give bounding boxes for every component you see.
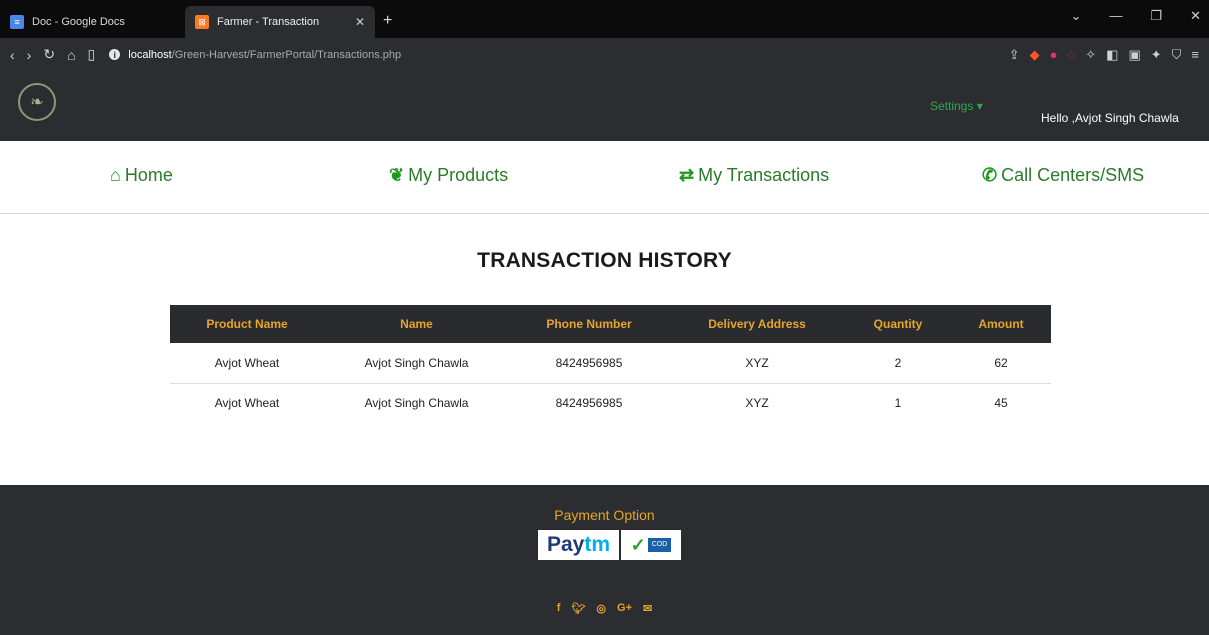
wallet-icon[interactable]: ▣ [1128, 47, 1140, 63]
cod-label: COD [647, 538, 672, 552]
green-harvest-logo-icon[interactable]: ❧ [18, 83, 56, 121]
check-icon: ✓ [630, 534, 646, 555]
cod-logo: ✓ COD [621, 530, 681, 560]
extension-wallet-icon[interactable]: ◌ [1068, 47, 1076, 62]
main-nav: ⌂ Home ❦ My Products ⇄ My Transactions ✆… [0, 141, 1209, 214]
leo-icon[interactable]: ✦ [1151, 47, 1162, 63]
cell-quantity: 2 [894, 355, 902, 370]
cell-delivery-address: XYZ [745, 396, 769, 411]
menu-icon[interactable]: ≡ [1191, 47, 1199, 62]
nav-home-label: Home [124, 165, 173, 185]
column-header-amount: Amount [978, 317, 1024, 331]
nav-transactions-label: My Transactions [698, 165, 830, 185]
reload-icon[interactable]: ↻ [43, 46, 55, 63]
site-info-icon[interactable]: i [109, 49, 121, 60]
url-field[interactable]: i localhost/Green-Harvest/FarmerPortal/T… [109, 49, 401, 61]
share-icon[interactable]: ⇪ [1009, 47, 1020, 63]
cell-product-name: Avjot Wheat [214, 355, 280, 370]
cell-name: Avjot Singh Chawla [364, 355, 469, 370]
tab-list-icon[interactable]: ⌄ [1071, 8, 1082, 24]
paytm-logo-part1: Pay [546, 533, 585, 556]
nav-call-centers[interactable]: ✆ Call Centers/SMS [982, 165, 1144, 186]
cell-amount: 62 [994, 355, 1008, 370]
browser-tab-docs[interactable]: ≡ Doc - Google Docs [0, 6, 185, 38]
email-icon[interactable]: ✉ [643, 602, 652, 615]
vpn-icon[interactable]: ⛉ [1172, 47, 1182, 63]
url-path: /Green-Harvest/FarmerPortal/Transactions… [171, 48, 402, 61]
puzzle-icon[interactable]: ✧ [1085, 47, 1096, 63]
url-host: localhost [128, 48, 172, 61]
paytm-logo: Pay tm [538, 530, 619, 560]
browser-tab-bar: ≡ Doc - Google Docs ⊠ Farmer - Transacti… [0, 0, 1209, 38]
minimize-icon[interactable]: — [1109, 8, 1122, 24]
table-row: Avjot Wheat Avjot Singh Chawla 842495698… [170, 343, 1051, 383]
user-greeting: Hello ,Avjot Singh Chawla [1041, 111, 1179, 125]
tab-title: Doc - Google Docs [32, 16, 125, 28]
cell-phone: 8424956985 [555, 396, 623, 411]
column-header-delivery-address: Delivery Address [708, 317, 806, 331]
site-footer: Payment Option Pay tm ✓ COD f 🐦︎ ◎ G+ ✉ [0, 485, 1209, 635]
column-header-phone: Phone Number [546, 317, 632, 331]
facebook-icon[interactable]: f [557, 602, 561, 615]
nav-home[interactable]: ⌂ Home [110, 165, 173, 186]
xampp-icon: ⊠ [195, 15, 209, 29]
nav-my-products[interactable]: ❦ My Products [389, 165, 508, 186]
cell-quantity: 1 [894, 396, 902, 411]
close-tab-icon[interactable]: ✕ [355, 15, 365, 29]
back-icon[interactable]: ‹ [10, 47, 15, 63]
brave-shield-icon[interactable]: ◆ [1030, 47, 1040, 63]
transaction-table: Product Name Name Phone Number Delivery … [170, 305, 1051, 423]
settings-dropdown[interactable]: Settings ▾ [930, 99, 983, 113]
home-icon: ⌂ [110, 165, 121, 185]
new-tab-icon[interactable]: + [375, 12, 400, 38]
column-header-quantity: Quantity [873, 317, 923, 331]
social-links: f 🐦︎ ◎ G+ ✉ [0, 602, 1209, 615]
bookmark-icon[interactable]: ▯ [88, 46, 96, 63]
home-icon[interactable]: ⌂ [67, 47, 75, 63]
cell-amount: 45 [994, 396, 1008, 411]
browser-address-bar: ‹ › ↻ ⌂ ▯ i localhost/Green-Harvest/Farm… [0, 38, 1209, 71]
twitter-icon[interactable]: 🐦︎ [571, 602, 585, 615]
window-controls: ⌄ — ❐ ✕ [1071, 8, 1201, 24]
caret-down-icon: ▾ [976, 99, 983, 113]
cell-phone: 8424956985 [555, 355, 623, 370]
column-header-name: Name [400, 317, 433, 331]
exchange-icon: ⇄ [679, 165, 695, 185]
instagram-icon[interactable]: ◎ [596, 602, 606, 615]
restore-icon[interactable]: ❐ [1150, 8, 1162, 24]
nav-my-transactions[interactable]: ⇄ My Transactions [679, 165, 829, 186]
browser-tab-transaction[interactable]: ⊠ Farmer - Transaction ✕ [185, 6, 375, 38]
cell-product-name: Avjot Wheat [214, 396, 280, 411]
google-docs-icon: ≡ [10, 15, 24, 29]
nav-call-centers-label: Call Centers/SMS [1001, 165, 1145, 185]
phone-icon: ✆ [982, 165, 998, 185]
leaf-icon: ❦ [389, 165, 405, 185]
extension-icons: ⇪ ◆ ● ◌ ✧ ◧ ▣ ✦ ⛉ ≡ [1009, 47, 1199, 63]
settings-label: Settings [930, 99, 974, 113]
forward-icon[interactable]: › [27, 47, 32, 63]
site-header: ❧ Settings ▾ Hello ,Avjot Singh Chawla [0, 71, 1209, 141]
extension-red-icon[interactable]: ● [1050, 47, 1058, 62]
browser-nav-icons: ‹ › ↻ ⌂ ▯ [10, 46, 95, 63]
table-header-row: Product Name Name Phone Number Delivery … [170, 305, 1051, 343]
cell-name: Avjot Singh Chawla [364, 396, 469, 411]
nav-products-label: My Products [408, 165, 509, 185]
paytm-logo-part2: tm [584, 533, 611, 556]
tab-title: Farmer - Transaction [217, 16, 320, 28]
cell-delivery-address: XYZ [745, 355, 769, 370]
google-plus-icon[interactable]: G+ [617, 602, 632, 615]
close-window-icon[interactable]: ✕ [1190, 8, 1201, 24]
column-header-product-name: Product Name [206, 317, 288, 331]
payment-option-title: Payment Option [554, 507, 655, 523]
sidebar-icon[interactable]: ◧ [1106, 47, 1118, 63]
table-row: Avjot Wheat Avjot Singh Chawla 842495698… [170, 383, 1051, 423]
page-title: TRANSACTION HISTORY [477, 249, 732, 272]
